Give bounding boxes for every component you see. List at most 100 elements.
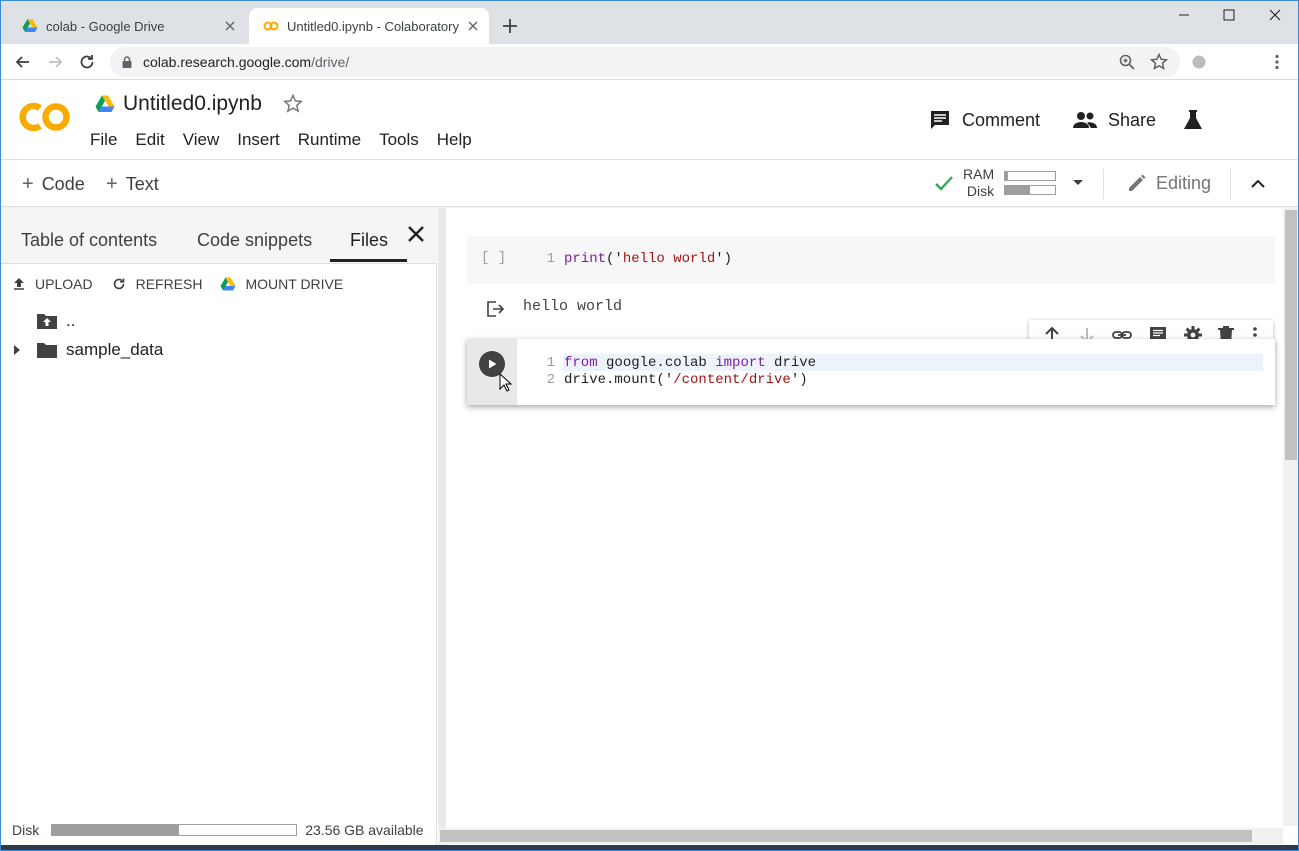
url-path: /drive/ bbox=[311, 54, 350, 70]
notebook-title-area: Untitled0.ipynb bbox=[95, 92, 304, 116]
toolbar-divider bbox=[1103, 169, 1104, 199]
resource-bars bbox=[1004, 168, 1057, 199]
disk-usage-fill bbox=[52, 825, 180, 835]
sidebar-disk-usage: Disk 23.56 GB available bbox=[12, 822, 424, 838]
scroll-thumb[interactable] bbox=[1285, 210, 1297, 460]
browser-menu-icon[interactable] bbox=[1267, 52, 1287, 72]
folder-icon bbox=[37, 343, 57, 358]
colab-header: Untitled0.ipynb File Edit View Insert Ru… bbox=[0, 80, 1299, 160]
mouse-cursor-icon bbox=[499, 373, 513, 392]
folder-up-icon bbox=[37, 314, 57, 329]
menu-insert[interactable]: Insert bbox=[237, 130, 280, 150]
vertical-scrollbar[interactable] bbox=[1283, 208, 1299, 826]
editing-mode-button[interactable]: Editing bbox=[1126, 172, 1211, 194]
upload-icon bbox=[14, 278, 24, 290]
disk-available-text: 23.56 GB available bbox=[305, 822, 424, 838]
comment-label: Comment bbox=[962, 109, 1041, 130]
active-tab-indicator bbox=[330, 259, 407, 262]
menu-view[interactable]: View bbox=[183, 130, 220, 150]
disk-label: Disk bbox=[12, 822, 40, 838]
toolbar-divider bbox=[1230, 169, 1231, 199]
ram-label: RAM bbox=[963, 166, 995, 182]
forward-icon[interactable] bbox=[45, 52, 65, 72]
plus-icon: + bbox=[22, 173, 34, 195]
resource-labels: RAM Disk bbox=[963, 166, 994, 200]
menu-file[interactable]: File bbox=[90, 130, 117, 150]
ram-bar bbox=[1004, 170, 1057, 181]
execution-count[interactable]: [ ] bbox=[481, 250, 506, 266]
output-icon[interactable] bbox=[485, 299, 505, 319]
colab-logo[interactable] bbox=[18, 100, 72, 134]
comment-button[interactable]: Comment bbox=[928, 108, 1040, 132]
zoom-icon[interactable] bbox=[1117, 52, 1137, 72]
tab-title: Untitled0.ipynb - Colaboratory bbox=[287, 18, 459, 34]
minimize-icon[interactable] bbox=[1169, 4, 1199, 26]
sidebar-tabs: Table of contents Code snippets Files bbox=[0, 208, 437, 264]
horizontal-scrollbar[interactable] bbox=[438, 828, 1283, 844]
new-tab-icon[interactable] bbox=[500, 16, 520, 36]
collapse-header-icon[interactable] bbox=[1249, 175, 1267, 193]
google-drive-icon bbox=[95, 95, 115, 113]
file-tree-folder[interactable]: sample_data bbox=[12, 340, 163, 360]
ram-bar-fill bbox=[1005, 171, 1008, 180]
tab-code-snippets[interactable]: Code snippets bbox=[197, 230, 312, 251]
mount-drive-button[interactable]: MOUNT DRIVE bbox=[220, 276, 343, 292]
menu-tools[interactable]: Tools bbox=[379, 130, 419, 150]
add-code-button[interactable]: + Code bbox=[22, 173, 85, 196]
menu-help[interactable]: Help bbox=[437, 130, 472, 150]
scroll-thumb[interactable] bbox=[440, 830, 1252, 842]
disk-label: Disk bbox=[966, 183, 995, 199]
cell-output: hello world bbox=[523, 298, 623, 315]
refresh-button[interactable]: REFRESH bbox=[111, 276, 202, 292]
add-code-label: Code bbox=[41, 174, 85, 194]
taskbar-edge bbox=[0, 845, 1299, 851]
add-text-button[interactable]: + Text bbox=[106, 173, 159, 196]
plus-icon: + bbox=[106, 173, 118, 195]
notebook-area: [ ] 1 print('hello world') hello world 1… bbox=[438, 208, 1299, 848]
line-number: 1 bbox=[546, 355, 555, 371]
resources-indicator[interactable]: RAM Disk bbox=[933, 166, 1084, 200]
url-text: colab.research.google.com/drive/ bbox=[143, 54, 349, 70]
upload-button[interactable]: UPLOAD bbox=[12, 276, 93, 292]
browser-tab-colab[interactable]: Untitled0.ipynb - Colaboratory bbox=[249, 8, 489, 44]
star-icon[interactable] bbox=[282, 93, 304, 115]
menu-bar: File Edit View Insert Runtime Tools Help bbox=[90, 130, 490, 150]
maximize-icon[interactable] bbox=[1214, 4, 1244, 26]
file-tree-parent[interactable]: .. bbox=[36, 311, 75, 331]
close-window-icon[interactable] bbox=[1260, 4, 1290, 26]
line-number: 2 bbox=[546, 372, 555, 388]
code-cell-active[interactable]: 1 2 from google.colab import drive drive… bbox=[467, 339, 1275, 405]
url-field[interactable]: colab.research.google.com/drive/ bbox=[110, 47, 1180, 77]
expand-arrow-icon[interactable] bbox=[12, 344, 22, 356]
notebook-title[interactable]: Untitled0.ipynb bbox=[123, 92, 262, 116]
checkmark-icon bbox=[935, 176, 953, 191]
bookmark-star-icon[interactable] bbox=[1149, 52, 1169, 72]
browser-tab-drive[interactable]: colab - Google Drive bbox=[8, 8, 246, 44]
google-drive-icon bbox=[22, 18, 38, 34]
notebook-toolbar: + Code + Text RAM Disk Editing bbox=[0, 161, 1299, 207]
panel-resizer[interactable] bbox=[438, 208, 446, 848]
code-line-2[interactable]: drive.mount('/content/drive') bbox=[564, 372, 808, 388]
close-tab-icon[interactable] bbox=[222, 18, 238, 34]
code-cell[interactable]: [ ] 1 print('hello world') bbox=[467, 236, 1275, 284]
code-line-1[interactable]: from google.colab import drive bbox=[564, 355, 816, 371]
flask-icon[interactable] bbox=[1182, 108, 1214, 132]
back-icon[interactable] bbox=[13, 52, 33, 72]
line-number: 1 bbox=[546, 251, 555, 267]
tab-files[interactable]: Files bbox=[350, 230, 388, 251]
reload-icon[interactable] bbox=[77, 52, 97, 72]
code-line[interactable]: print('hello world') bbox=[564, 251, 732, 267]
code-token: (' bbox=[606, 251, 623, 267]
close-sidebar-icon[interactable] bbox=[404, 222, 428, 246]
menu-runtime[interactable]: Runtime bbox=[298, 130, 361, 150]
menu-edit[interactable]: Edit bbox=[135, 130, 164, 150]
tab-title: colab - Google Drive bbox=[46, 18, 165, 34]
extension-icon[interactable] bbox=[1189, 52, 1209, 72]
share-button[interactable]: Share bbox=[1072, 108, 1156, 132]
close-tab-icon[interactable] bbox=[465, 18, 481, 34]
google-drive-icon bbox=[220, 277, 236, 291]
address-bar: colab.research.google.com/drive/ bbox=[0, 44, 1299, 80]
tab-table-of-contents[interactable]: Table of contents bbox=[21, 230, 157, 251]
file-tree-name: .. bbox=[66, 311, 76, 330]
dropdown-arrow-icon[interactable] bbox=[1072, 179, 1084, 187]
